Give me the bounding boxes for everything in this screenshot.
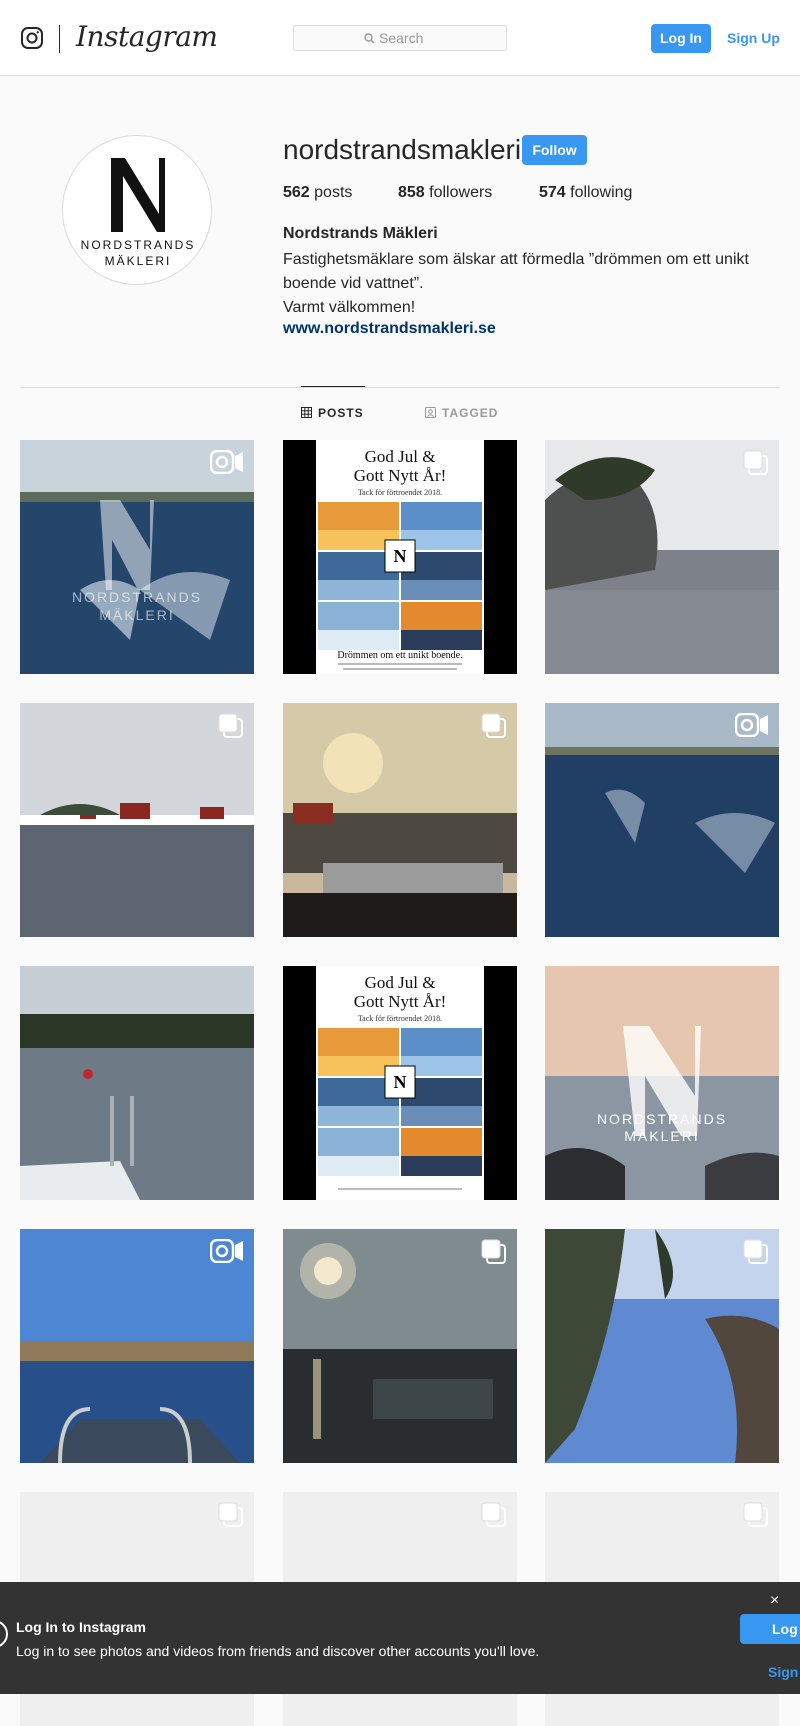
tab-posts-label: POSTS bbox=[318, 406, 364, 420]
card-title: Gott Nytt År! bbox=[354, 992, 447, 1011]
search-icon bbox=[364, 33, 375, 44]
carousel-icon bbox=[218, 713, 243, 738]
search-placeholder: Search bbox=[364, 30, 423, 46]
instagram-logo-icon bbox=[0, 1620, 8, 1648]
card-title: God Jul & bbox=[365, 447, 436, 466]
following-label: following bbox=[570, 184, 633, 201]
posts-number: 562 bbox=[283, 184, 310, 201]
post-thumbnail[interactable] bbox=[20, 966, 254, 1200]
card-title: Gott Nytt År! bbox=[354, 466, 447, 485]
overlay-text: NORDSTRANDS bbox=[597, 1111, 727, 1127]
tab-tagged[interactable]: TAGGED bbox=[425, 406, 498, 420]
svg-text:N: N bbox=[394, 1072, 407, 1092]
overlay-text: MÄKLERI bbox=[99, 607, 174, 623]
bio-line: Varmt välkommen! bbox=[283, 299, 416, 316]
search-input[interactable]: Search bbox=[293, 25, 507, 51]
banner-text: Log in to see photos and videos from fri… bbox=[16, 1643, 540, 1659]
login-banner: Log In to Instagram Log in to see photos… bbox=[0, 1582, 800, 1694]
active-tab-indicator bbox=[301, 386, 365, 387]
logo-n-mark bbox=[111, 158, 165, 232]
posts-label: posts bbox=[314, 184, 353, 201]
card-subtitle: Tack för förtroendet 2018. bbox=[358, 488, 442, 497]
carousel-icon bbox=[481, 713, 506, 738]
carousel-icon bbox=[481, 1502, 506, 1527]
top-navigation-bar: Instagram Search Log In Sign Up bbox=[0, 0, 800, 76]
post-image: NORDSTRANDS MÄKLERI bbox=[20, 440, 254, 674]
profile-bio: Fastighetsmäklare som älskar att förmedl… bbox=[283, 248, 783, 320]
post-thumbnail[interactable] bbox=[283, 1229, 517, 1463]
tab-posts[interactable]: POSTS bbox=[301, 406, 364, 420]
post-image bbox=[20, 966, 254, 1200]
post-thumbnail[interactable]: God Jul & Gott Nytt År! Tack för förtroend… bbox=[283, 440, 517, 674]
post-thumbnail[interactable]: God Jul & Gott Nytt År! Tack för förtroend… bbox=[283, 966, 517, 1200]
post-image: God Jul &Gott Nytt År! Tack för förtroend… bbox=[283, 440, 517, 674]
overlay-text: MÄKLERI bbox=[624, 1128, 699, 1144]
banner-signup-link[interactable]: Sign bbox=[768, 1664, 798, 1680]
avatar-logo-subtext: MÄKLERI bbox=[104, 254, 172, 268]
overlay-text: NORDSTRANDS bbox=[72, 589, 202, 605]
followers-number: 858 bbox=[398, 184, 425, 201]
avatar-logo-text: NORDSTRANDS bbox=[80, 238, 196, 252]
grid-icon bbox=[301, 407, 312, 418]
carousel-icon bbox=[743, 1239, 768, 1264]
profile-username: nordstrandsmakleri bbox=[283, 134, 522, 165]
post-image: NORDSTRANDSMÄKLERI bbox=[545, 966, 779, 1200]
profile-full-name: Nordstrands Mäkleri bbox=[283, 225, 438, 242]
post-thumbnail[interactable]: NORDSTRANDS MÄKLERI bbox=[20, 440, 254, 674]
profile-website-link[interactable]: www.nordstrandsmakleri.se bbox=[283, 320, 496, 338]
video-icon bbox=[735, 713, 768, 737]
instagram-wordmark[interactable]: Instagram bbox=[76, 20, 218, 53]
post-image bbox=[20, 1229, 254, 1463]
post-thumbnail[interactable] bbox=[283, 703, 517, 937]
post-image: God Jul &Gott Nytt År! Tack för förtroend… bbox=[283, 966, 517, 1200]
followers-label: followers bbox=[429, 184, 493, 201]
instagram-glyph-icon[interactable] bbox=[20, 26, 44, 50]
carousel-icon bbox=[743, 450, 768, 475]
brand-divider bbox=[59, 25, 60, 53]
tabs-divider bbox=[20, 387, 780, 388]
search-placeholder-text: Search bbox=[379, 30, 424, 46]
tab-tagged-label: TAGGED bbox=[442, 406, 499, 420]
close-icon[interactable]: × bbox=[770, 1592, 779, 1610]
posts-count: 562 posts bbox=[283, 184, 352, 202]
video-icon bbox=[210, 1239, 243, 1263]
post-thumbnail[interactable] bbox=[545, 703, 779, 937]
banner-title: Log In to Instagram bbox=[16, 1619, 146, 1635]
carousel-icon bbox=[481, 1239, 506, 1264]
followers-count[interactable]: 858 followers bbox=[398, 184, 492, 202]
post-thumbnail[interactable] bbox=[20, 1229, 254, 1463]
following-count[interactable]: 574 following bbox=[539, 184, 632, 202]
carousel-icon bbox=[743, 1502, 768, 1527]
follow-button[interactable]: Follow bbox=[522, 135, 587, 165]
post-thumbnail[interactable]: NORDSTRANDS MÄKLERI bbox=[545, 966, 779, 1200]
card-footer: Drömmen om ett unikt boende. bbox=[337, 650, 462, 661]
post-thumbnail[interactable] bbox=[545, 440, 779, 674]
profile-avatar[interactable]: NORDSTRANDS MÄKLERI bbox=[62, 135, 212, 285]
svg-text:N: N bbox=[394, 546, 407, 566]
card-subtitle: Tack för förtroendet 2018. bbox=[358, 1014, 442, 1023]
post-thumbnail[interactable] bbox=[20, 703, 254, 937]
tagged-icon bbox=[425, 407, 436, 418]
bio-line: Fastighetsmäklare som älskar att förmedl… bbox=[283, 251, 749, 292]
carousel-icon bbox=[218, 1502, 243, 1527]
video-icon bbox=[210, 450, 243, 474]
post-image bbox=[545, 703, 779, 937]
post-thumbnail[interactable] bbox=[545, 1229, 779, 1463]
login-button[interactable]: Log In bbox=[651, 24, 711, 53]
banner-login-button[interactable]: Log bbox=[740, 1614, 800, 1644]
following-number: 574 bbox=[539, 184, 566, 201]
signup-link[interactable]: Sign Up bbox=[727, 30, 780, 46]
card-title: God Jul & bbox=[365, 973, 436, 992]
